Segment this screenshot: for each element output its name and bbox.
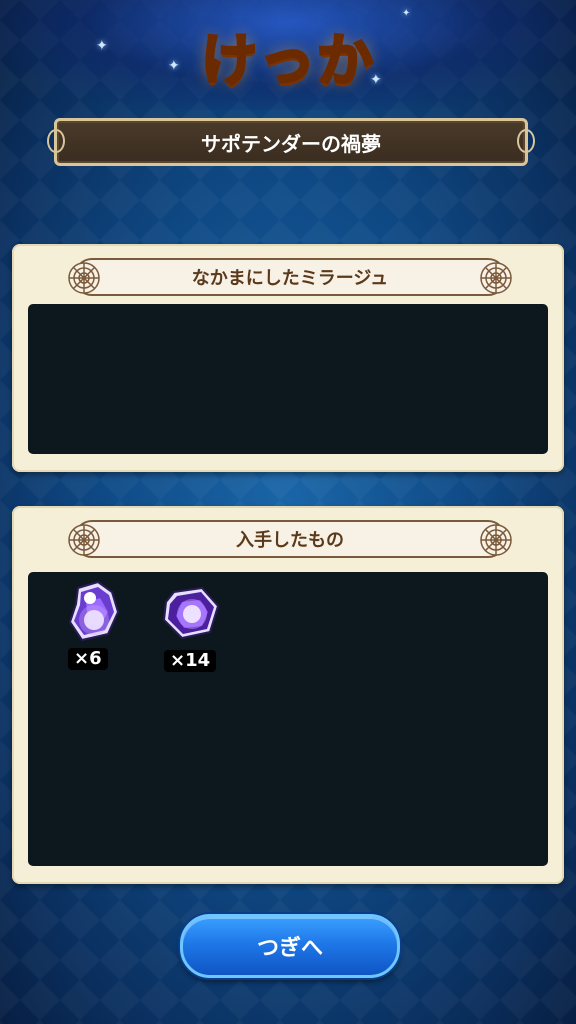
purple-crystal-icon xyxy=(162,586,220,640)
stage-name-banner: サポテンダーの禍夢 xyxy=(47,118,535,166)
next-button-label: つぎへ xyxy=(256,936,323,961)
items-panel-header: 入手したもの xyxy=(68,520,512,558)
allies-list xyxy=(28,304,548,454)
allies-panel: なかまにしたミラージュ xyxy=(12,244,564,472)
items-list: ×6 ×14 xyxy=(28,572,548,866)
item-quantity: ×14 xyxy=(164,650,217,672)
purple-magicite-fragment-icon xyxy=(68,580,120,642)
items-panel: 入手したもの ×6 ×14 xyxy=(12,506,564,884)
next-button[interactable]: つぎへ xyxy=(180,914,400,978)
cobweb-icon xyxy=(68,262,100,294)
item-quantity: ×6 xyxy=(68,648,108,670)
reward-item[interactable]: ×14 xyxy=(156,580,226,672)
cobweb-icon xyxy=(480,524,512,556)
result-title: けっか xyxy=(200,28,375,96)
cobweb-icon xyxy=(480,262,512,294)
stage-name: サポテンダーの禍夢 xyxy=(201,131,381,156)
reward-item[interactable]: ×6 xyxy=(60,578,130,670)
cobweb-icon xyxy=(68,524,100,556)
allies-panel-title: なかまにしたミラージュ xyxy=(191,268,389,289)
items-panel-title: 入手したもの xyxy=(236,530,344,551)
allies-panel-header: なかまにしたミラージュ xyxy=(68,258,512,296)
